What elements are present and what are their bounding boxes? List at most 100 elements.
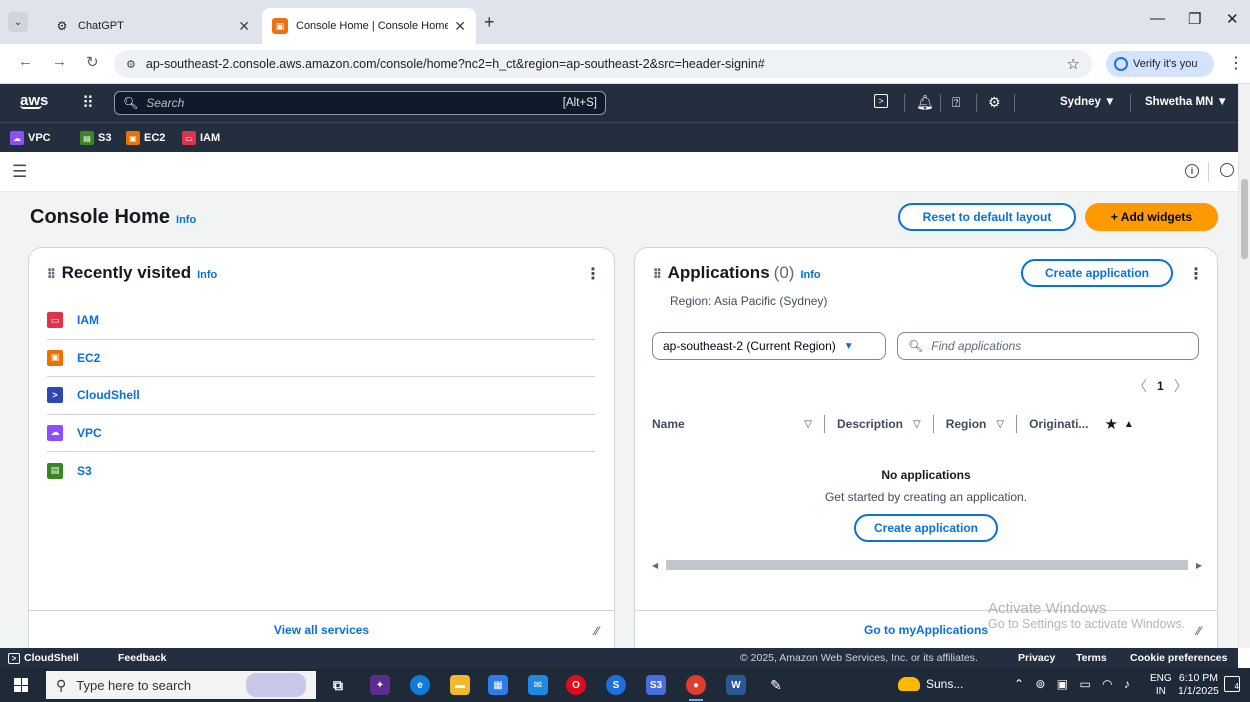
tab-chatgpt[interactable]: ⚙ ChatGPT ✕ — [44, 8, 260, 44]
footer-privacy-link[interactable]: Privacy — [1018, 652, 1055, 664]
gear-icon[interactable]: ⚙ — [988, 94, 1001, 111]
footer-terms-link[interactable]: Terms — [1076, 652, 1107, 664]
sort-icon[interactable]: ▽ — [913, 419, 921, 430]
resize-handle-icon[interactable]: ⁄⁄ — [595, 624, 599, 638]
column-description[interactable]: Description ▽ — [837, 417, 921, 431]
list-item[interactable]: ▤ S3 — [47, 452, 595, 490]
aws-logo[interactable]: aws — [20, 92, 48, 109]
widget-actions-icon[interactable]: ⋮ — [1188, 264, 1204, 284]
table-horizontal-scrollbar[interactable]: ◀ ▶ — [652, 559, 1202, 571]
site-info-icon[interactable]: ⚙ — [126, 58, 136, 71]
account-menu[interactable]: Shwetha MN ▼ — [1145, 96, 1228, 108]
tab-close-icon[interactable]: ✕ — [454, 18, 466, 35]
new-tab-icon[interactable]: + — [484, 12, 495, 33]
mail-icon[interactable]: ✉ — [528, 675, 548, 695]
footer-cookie-link[interactable]: Cookie preferences — [1130, 652, 1227, 664]
info-link[interactable]: Info — [176, 214, 196, 226]
copilot-icon[interactable]: ✦ — [370, 675, 390, 695]
prev-page-icon[interactable]: 〈 — [1133, 376, 1147, 396]
service-link[interactable]: S3 — [77, 464, 92, 478]
services-grid-icon[interactable]: ⠿ — [82, 93, 94, 113]
taskbar-clock[interactable]: 6:10 PM 1/1/2025 — [1178, 672, 1219, 698]
chrome-icon[interactable]: ● — [686, 675, 706, 701]
bookmark-star-icon[interactable]: ☆ — [1067, 55, 1080, 73]
drag-handle-icon[interactable]: ⁝⁝ — [653, 265, 662, 282]
footer-cloudshell[interactable]: > CloudShell — [8, 652, 79, 664]
favorite-ec2[interactable]: ▣ EC2 — [126, 131, 165, 145]
find-applications-input[interactable]: 🔍︎ Find applications — [897, 332, 1199, 360]
word-icon[interactable]: W — [726, 675, 746, 695]
back-icon[interactable]: ← — [18, 53, 33, 70]
next-page-icon[interactable]: 〉 — [1174, 376, 1188, 396]
service-link[interactable]: IAM — [77, 313, 99, 327]
tab-console-home[interactable]: ▣ Console Home | Console Home ✕ — [262, 8, 476, 44]
service-link[interactable]: VPC — [77, 426, 102, 440]
close-window-icon[interactable]: ✕ — [1226, 10, 1239, 28]
paint-icon[interactable]: ✎ — [766, 675, 786, 695]
minimize-icon[interactable]: — — [1150, 10, 1165, 27]
sort-up-icon[interactable]: ▲ — [1124, 419, 1134, 430]
help-icon[interactable]: ⍰ — [952, 94, 960, 111]
sort-icon[interactable]: ▽ — [996, 419, 1004, 430]
column-origination[interactable]: Originati... — [1029, 417, 1088, 431]
resize-handle-icon[interactable]: ⁄⁄ — [1197, 624, 1201, 638]
task-view-icon[interactable]: ⧉ — [328, 675, 348, 695]
menu-icon[interactable]: ☰ — [12, 162, 27, 182]
info-icon[interactable]: i — [1185, 164, 1199, 178]
favorite-vpc[interactable]: ☁ VPC — [10, 131, 51, 145]
page-vertical-scrollbar[interactable] — [1238, 84, 1250, 648]
scroll-right-icon[interactable]: ▶ — [1196, 561, 1202, 570]
add-widgets-button[interactable]: + Add widgets — [1085, 203, 1218, 231]
windows-start-icon[interactable] — [14, 678, 28, 692]
address-bar[interactable]: ⚙ ap-southeast-2.console.aws.amazon.com/… — [114, 50, 1092, 78]
store-icon[interactable]: ▦ — [488, 675, 508, 695]
file-explorer-icon[interactable]: ▬ — [450, 675, 470, 695]
opera-icon[interactable]: O — [566, 675, 586, 695]
drag-handle-icon[interactable]: ⁝⁝ — [47, 265, 56, 282]
tab-close-icon[interactable]: ✕ — [238, 18, 250, 35]
list-item[interactable]: ▭ IAM — [47, 302, 595, 340]
info-link[interactable]: Info — [800, 269, 820, 281]
restore-icon[interactable]: ❐ — [1188, 10, 1201, 28]
region-menu[interactable]: Sydney ▼ — [1060, 96, 1115, 108]
tab-search-chevron-icon[interactable]: ⌄ — [8, 12, 28, 32]
column-region[interactable]: Region ▽ — [946, 417, 1004, 431]
cloudshell-icon[interactable]: > — [874, 94, 888, 108]
skype-icon[interactable]: S — [606, 675, 626, 695]
info-link[interactable]: Info — [197, 269, 217, 281]
scroll-left-icon[interactable]: ◀ — [652, 561, 658, 570]
weather-widget[interactable]: Suns... — [898, 677, 963, 691]
list-item[interactable]: ☁ VPC — [47, 415, 595, 452]
notification-center-icon[interactable]: 4 — [1224, 676, 1240, 692]
list-item[interactable]: ▣ EC2 — [47, 340, 595, 377]
verify-profile-button[interactable]: Verify it's you — [1106, 51, 1214, 77]
taskbar-search-input[interactable]: ⚲ Type here to search — [46, 671, 316, 699]
s3-browser-icon[interactable]: S3 — [646, 675, 666, 695]
favorite-s3[interactable]: ▤ S3 — [80, 131, 111, 145]
column-name[interactable]: Name ▽ — [652, 417, 812, 431]
service-link[interactable]: EC2 — [77, 351, 100, 365]
favorite-iam[interactable]: ▭ IAM — [182, 131, 220, 145]
footer-feedback[interactable]: Feedback — [118, 652, 166, 664]
system-tray-icons[interactable]: ⌃ ⊚ ▣ ▭ ◠ ♪ — [1014, 677, 1134, 691]
view-all-services-link[interactable]: View all services — [274, 623, 369, 648]
reset-layout-button[interactable]: Reset to default layout — [898, 203, 1076, 231]
bell-icon[interactable]: 🔔︎ — [916, 94, 934, 111]
url-text[interactable]: ap-southeast-2.console.aws.amazon.com/co… — [146, 57, 1067, 71]
language-indicator[interactable]: ENG IN — [1150, 672, 1172, 698]
create-application-button-empty[interactable]: Create application — [853, 514, 999, 542]
widget-actions-icon[interactable]: ⋮ — [585, 264, 601, 284]
edge-icon[interactable]: e — [410, 675, 430, 695]
star-icon[interactable]: ★ — [1104, 415, 1117, 433]
reload-icon[interactable]: ↻ — [86, 53, 99, 71]
sort-icon[interactable]: ▽ — [804, 419, 812, 430]
aws-search-input[interactable]: 🔍︎ Search [Alt+S] — [114, 91, 606, 115]
go-to-myapplications-link[interactable]: Go to myApplications — [864, 623, 988, 648]
preferences-icon[interactable] — [1220, 163, 1234, 177]
browser-menu-icon[interactable]: ⋮ — [1228, 53, 1244, 73]
create-application-button[interactable]: Create application — [1021, 259, 1173, 287]
region-select[interactable]: ap-southeast-2 (Current Region) ▼ — [652, 332, 886, 360]
page-number[interactable]: 1 — [1157, 379, 1164, 393]
service-link[interactable]: CloudShell — [77, 388, 140, 402]
list-item[interactable]: > CloudShell — [47, 377, 595, 415]
